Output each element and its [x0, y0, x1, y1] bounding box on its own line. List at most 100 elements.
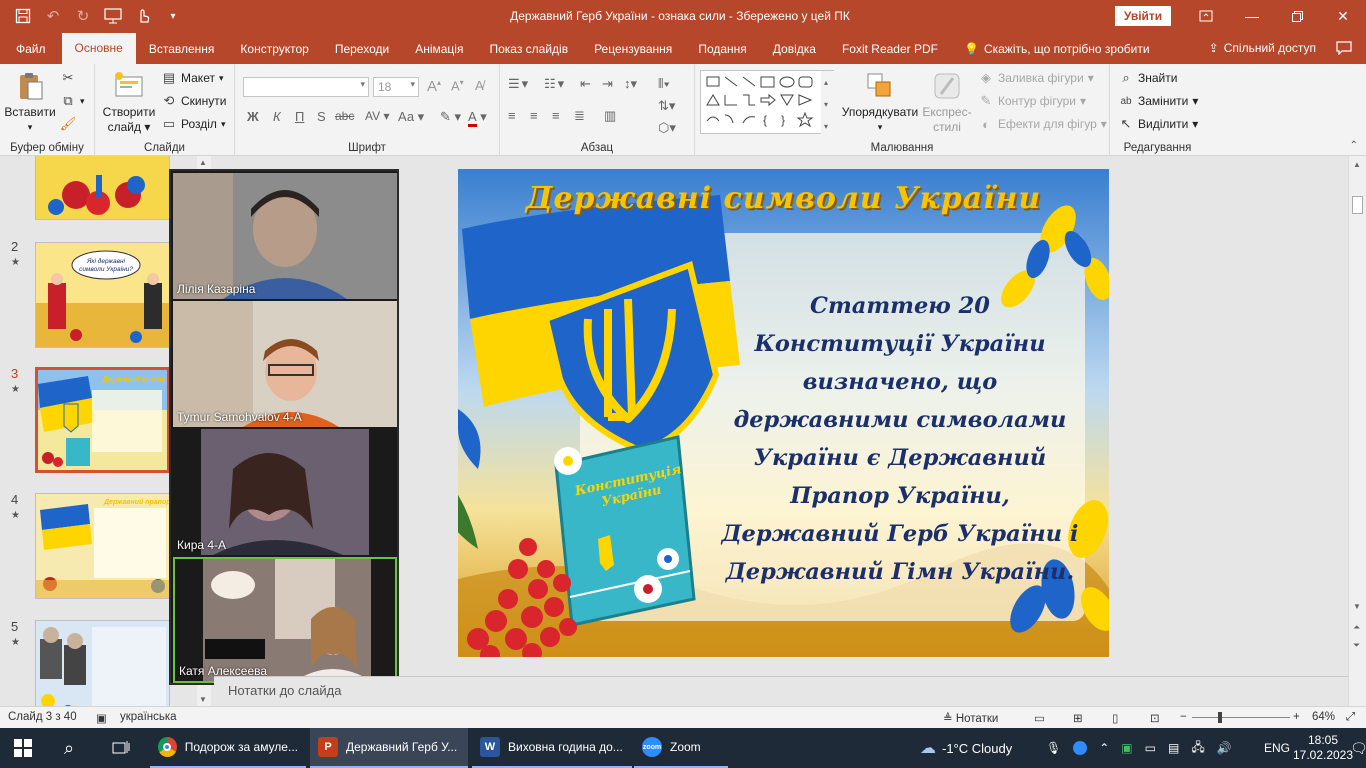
justify-icon[interactable]: ≣	[574, 108, 585, 124]
scroll-down-icon[interactable]: ▼	[1353, 602, 1361, 611]
normal-view-icon[interactable]: ▭	[1034, 711, 1045, 725]
align-center-icon[interactable]: ≡	[530, 108, 538, 123]
shape-effects-button[interactable]: ◐ Ефекти для фігур ▾	[978, 116, 1107, 132]
slide-body-text[interactable]: Статтею 20 Конституції України визначено…	[720, 287, 1080, 591]
copy-button[interactable]: ⧉ ▾	[60, 93, 84, 109]
display-icon[interactable]: ▤	[1168, 741, 1179, 755]
microphone-icon[interactable]: 🎙	[1046, 741, 1061, 755]
paste-button[interactable]: Вставити ▾	[4, 70, 56, 135]
notifications-icon[interactable]: 🗨	[1350, 728, 1366, 768]
slide-scrollbar[interactable]: ▲ ▼ ⏶ ⏷	[1348, 156, 1366, 706]
sign-in-button[interactable]: Увійти	[1115, 6, 1171, 26]
scroll-up-icon[interactable]: ▲	[199, 158, 207, 167]
taskbar-app-powerpoint[interactable]: P Державний Герб У...	[310, 728, 468, 768]
share-button[interactable]: ⇪ Спільний доступ	[1199, 41, 1326, 55]
text-direction-icon[interactable]: ⇅▾	[658, 98, 675, 114]
clock[interactable]: 18:05 17.02.2023	[1293, 728, 1353, 768]
battery-icon[interactable]: ▭	[1145, 741, 1156, 755]
slide-thumbnail-1[interactable]	[35, 156, 170, 220]
bold-button[interactable]: Ж	[247, 109, 259, 124]
numbering-icon[interactable]: ☷▾	[544, 76, 566, 92]
customize-qat-icon[interactable]: ▾	[160, 4, 186, 28]
tab-insert[interactable]: Вставлення	[136, 34, 228, 64]
paste-dropdown-icon[interactable]: ▾	[28, 120, 33, 135]
zoom-slider-thumb[interactable]	[1218, 712, 1222, 723]
tab-design[interactable]: Конструктор	[227, 34, 321, 64]
shadow-button[interactable]: S	[317, 109, 326, 124]
input-language[interactable]: ENG	[1264, 728, 1290, 768]
align-left-icon[interactable]: ≡	[508, 108, 516, 123]
line-spacing-icon[interactable]: ↕▾	[624, 76, 637, 92]
language-indicator[interactable]: українська	[120, 711, 177, 723]
scroll-thumb[interactable]	[1352, 196, 1363, 214]
taskbar-app-zoom[interactable]: zoom Zoom	[634, 728, 728, 768]
slide-thumbnail-5[interactable]	[35, 620, 170, 706]
collapse-ribbon-icon[interactable]: ⌃	[1350, 140, 1358, 151]
touch-mode-icon[interactable]	[130, 4, 156, 28]
task-view-icon[interactable]	[104, 728, 138, 768]
scroll-down-icon[interactable]: ▼	[199, 695, 207, 704]
decrease-indent-icon[interactable]: ⇤	[580, 76, 591, 92]
quick-styles-button[interactable]: Експрес- стилі	[920, 70, 974, 135]
volume-icon[interactable]: 🔊	[1217, 741, 1232, 755]
shapes-gallery[interactable]: { } ▴ ▾ ▾	[700, 70, 835, 135]
slide-title[interactable]: Державні символи України	[458, 181, 1109, 216]
comments-icon[interactable]	[1326, 41, 1366, 55]
find-button[interactable]: ⌕ Знайти	[1118, 70, 1177, 86]
spacing-icon[interactable]: AV ▾	[365, 109, 389, 123]
zoom-in-icon[interactable]: +	[1293, 711, 1300, 723]
shape-outline-button[interactable]: ✎ Контур фігури ▾	[978, 93, 1086, 109]
app-tray-icon[interactable]: ▣	[1121, 741, 1132, 755]
network-icon[interactable]: 🖧	[1191, 738, 1204, 759]
font-size-combo[interactable]: 18 ▾	[373, 77, 419, 97]
tab-animations[interactable]: Анімація	[402, 34, 476, 64]
zoom-tray-icon[interactable]	[1073, 741, 1088, 755]
start-button[interactable]	[6, 728, 40, 768]
section-button[interactable]: ▭ Розділ ▾	[161, 116, 226, 132]
underline-button[interactable]: П	[295, 109, 304, 124]
fit-to-window-icon[interactable]: ⤢	[1346, 711, 1355, 724]
show-hidden-icons-icon[interactable]: ⌃	[1099, 741, 1109, 755]
zoom-out-icon[interactable]: −	[1180, 711, 1187, 723]
ribbon-display-options-icon[interactable]	[1183, 0, 1229, 32]
slide-thumbnail-4[interactable]: Державний прапор	[35, 493, 170, 599]
redo-icon[interactable]: ↻	[70, 4, 96, 28]
video-tile[interactable]: Кира 4-А	[173, 429, 397, 555]
present-from-start-icon[interactable]	[100, 4, 126, 28]
slide-thumbnail-2[interactable]: Які державні символи України?	[35, 242, 170, 348]
increase-indent-icon[interactable]: ⇥	[602, 76, 613, 92]
highlight-icon[interactable]: ✎ ▾	[440, 109, 461, 125]
columns-menu-icon[interactable]: ▥	[604, 108, 616, 124]
restore-icon[interactable]	[1274, 0, 1320, 32]
decrease-font-icon[interactable]: A▾	[451, 78, 464, 93]
columns-icon[interactable]: ⫴▾	[658, 76, 670, 92]
close-icon[interactable]: ✕	[1320, 0, 1366, 32]
tell-me-box[interactable]: 💡 Скажіть, що потрібно зробити	[951, 34, 1163, 64]
search-icon[interactable]: ⌕	[56, 728, 82, 768]
tab-help[interactable]: Довідка	[760, 34, 829, 64]
tab-home[interactable]: Основне	[61, 33, 136, 64]
undo-icon[interactable]: ↶	[40, 4, 66, 28]
layout-button[interactable]: ▤ Макет ▾	[161, 70, 224, 86]
zoom-level[interactable]: 64%	[1312, 711, 1335, 723]
change-case-button[interactable]: Аа ▾	[398, 109, 424, 125]
font-color-button[interactable]: А ▾	[468, 109, 487, 127]
bullets-icon[interactable]: ☰▾	[508, 76, 530, 92]
previous-slide-icon[interactable]: ⏶	[1353, 622, 1360, 633]
format-painter-button[interactable]: 🖌	[60, 116, 77, 132]
zoom-slider[interactable]	[1192, 717, 1290, 718]
next-slide-icon[interactable]: ⏷	[1353, 640, 1360, 651]
select-button[interactable]: ↖ Виділити ▾	[1118, 116, 1199, 132]
arrange-button[interactable]: Упорядкувати ▾	[840, 70, 920, 135]
tab-transitions[interactable]: Переходи	[322, 34, 402, 64]
replace-button[interactable]: ab Замінити ▾	[1118, 93, 1198, 109]
font-name-combo[interactable]: ▾	[243, 77, 369, 97]
slideshow-icon[interactable]: ⊡	[1150, 711, 1160, 725]
save-icon[interactable]	[10, 4, 36, 28]
tab-slide-show[interactable]: Показ слайдів	[476, 34, 581, 64]
spellcheck-icon[interactable]: ▣	[96, 711, 107, 725]
italic-button[interactable]: К	[273, 109, 281, 124]
align-right-icon[interactable]: ≡	[552, 108, 560, 123]
shape-fill-button[interactable]: ◈ Заливка фігури ▾	[978, 70, 1094, 86]
tab-foxit[interactable]: Foxit Reader PDF	[829, 34, 951, 64]
